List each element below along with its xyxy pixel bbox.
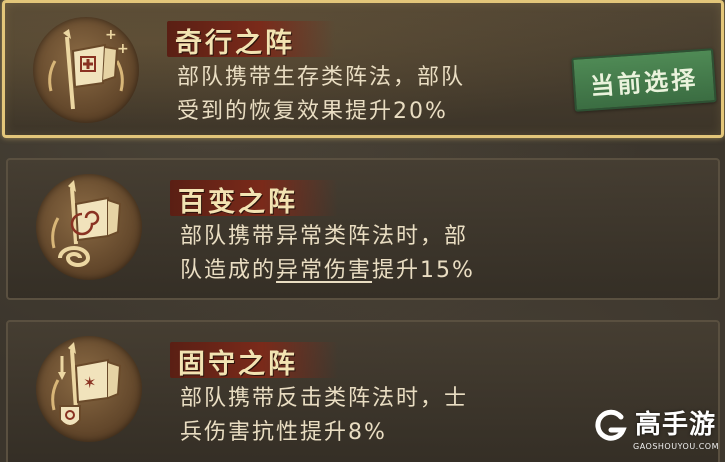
- formation-desc-line-1: 部队携带生存类阵法，部队: [177, 65, 466, 90]
- swirl-banner-icon: [36, 174, 142, 280]
- formation-list: + + 奇行之阵 部队携带生存类阵法，部队 受到的恢复效果提升20% 当前选择 …: [0, 0, 725, 462]
- svg-text:+: +: [117, 41, 129, 57]
- formation-desc-line-1: 部队携带反击类阵法时，士: [180, 386, 469, 411]
- formation-title: 固守之阵: [178, 349, 298, 380]
- svg-text:+: +: [105, 27, 117, 43]
- gaoshouyou-logo-icon: [595, 409, 627, 441]
- watermark-url: GAOSHOUYOU.COM: [633, 442, 720, 451]
- formation-title: 奇行之阵: [175, 28, 295, 59]
- shield-banner-icon: ✶: [36, 336, 142, 442]
- gaoshouyou-watermark: 高手游 GAOSHOUYOU.COM: [593, 404, 720, 456]
- formation-desc-line-2: 队造成的异常伤害提升15%: [180, 258, 475, 283]
- formation-desc-line-2: 受到的恢复效果提升20%: [177, 99, 448, 124]
- badge-label: 当前选择: [589, 63, 700, 101]
- formation-card-qixing[interactable]: + + 奇行之阵 部队携带生存类阵法，部队 受到的恢复效果提升20% 当前选择: [2, 0, 724, 138]
- watermark-brand: 高手游: [635, 410, 717, 440]
- formation-desc-line-1: 部队携带异常类阵法时，部: [180, 224, 469, 249]
- formation-title: 百变之阵: [178, 187, 298, 218]
- heal-banner-icon: + +: [33, 17, 139, 123]
- current-selection-badge[interactable]: 当前选择: [571, 48, 717, 112]
- formation-card-baibian[interactable]: 百变之阵 部队携带异常类阵法时，部 队造成的异常伤害提升15%: [6, 158, 720, 300]
- abnormal-damage-keyword[interactable]: 异常伤害: [276, 258, 372, 283]
- formation-desc-line-2: 兵伤害抗性提升8%: [180, 420, 387, 445]
- svg-text:✶: ✶: [83, 373, 96, 392]
